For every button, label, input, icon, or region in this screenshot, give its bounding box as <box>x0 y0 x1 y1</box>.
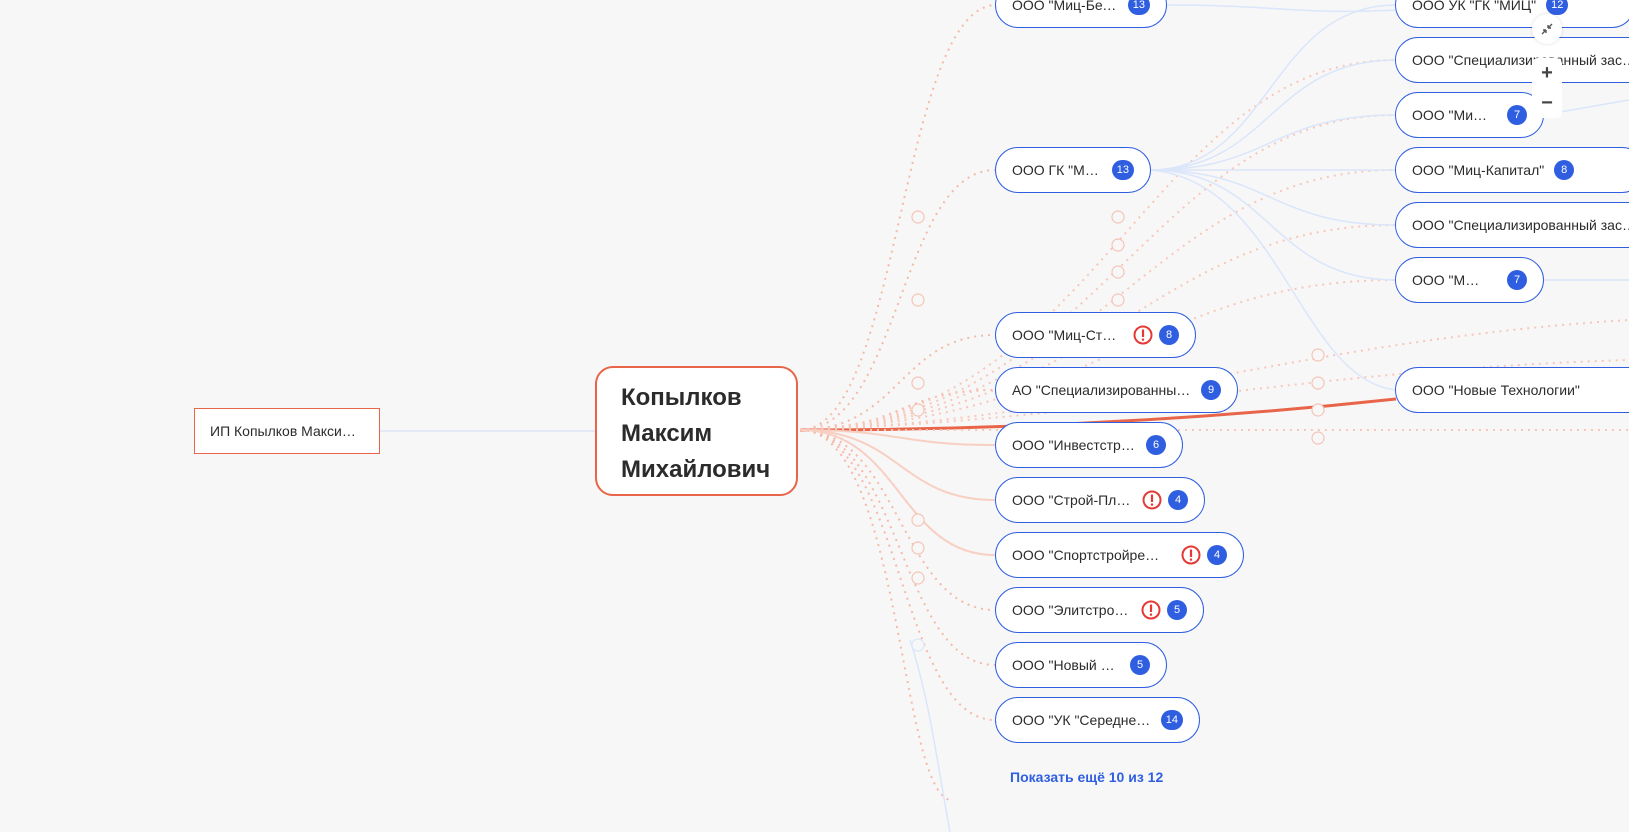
company-node-ao-specialized[interactable]: АО "Специализированный застройщик" 9 <box>995 367 1238 413</box>
zoom-in-button[interactable]: + <box>1532 58 1562 88</box>
company-label: ООО "Миц-Строй" <box>1012 327 1123 343</box>
ip-node-label: ИП Копылков Максим Михайлович <box>210 423 364 439</box>
ip-node[interactable]: ИП Копылков Максим Михайлович <box>194 408 380 454</box>
company-label: ООО "УК "Середнево" <box>1012 712 1151 728</box>
count-badge: 4 <box>1207 545 1227 565</box>
company-node-stroy-plus[interactable]: ООО "Строй-Плюс" 4 <box>995 477 1205 523</box>
person-patronymic: Михайлович <box>621 456 771 483</box>
company-node-mic-capital[interactable]: ООО "Миц-Капитал" 8 <box>1395 147 1629 193</box>
company-node-uk-gk-mic[interactable]: ООО УК "ГК "МИЦ" 12 <box>1395 0 1629 28</box>
company-node-mic-stroy[interactable]: ООО "Миц-Строй" 8 <box>995 312 1196 358</box>
company-node-specialized-1[interactable]: ООО "Специализированный застройщик" <box>1395 37 1629 83</box>
person-name: Максим <box>621 420 713 447</box>
count-badge: 7 <box>1507 270 1527 290</box>
company-label: АО "Специализированный застройщик" <box>1012 382 1191 398</box>
company-label: ООО УК "ГК "МИЦ" <box>1412 0 1537 13</box>
zoom-in-icon: + <box>1541 61 1553 84</box>
count-badge: 7 <box>1507 105 1527 125</box>
company-node-elitstroy-2[interactable]: ООО "Элитстрой 2" 5 <box>995 587 1204 633</box>
company-label: ООО "Новые Технологии" <box>1412 382 1580 398</box>
company-label: ООО "Спортстройресурс" <box>1012 547 1166 563</box>
company-label: ООО "Инвестстрой" <box>1012 437 1136 453</box>
count-badge: 13 <box>1127 0 1150 15</box>
count-badge: 4 <box>1168 490 1188 510</box>
count-badge: 8 <box>1554 160 1575 180</box>
collapse-button[interactable] <box>1532 14 1562 44</box>
count-badge: 9 <box>1201 380 1221 400</box>
warning-icon[interactable] <box>1141 600 1161 620</box>
company-label: ООО "Строй-Плюс" <box>1012 492 1132 508</box>
company-node-uk-serednevo[interactable]: ООО "УК "Середнево" 14 <box>995 697 1200 743</box>
company-label: ООО "Миц-2" <box>1412 272 1487 288</box>
company-label: ООО "Специализированный застройщик" <box>1412 52 1629 68</box>
warning-icon[interactable] <box>1142 490 1162 510</box>
show-more-link[interactable]: Показать ещё 10 из 12 <box>1010 769 1163 785</box>
count-badge: 5 <box>1167 600 1187 620</box>
collapse-icon <box>1541 23 1553 35</box>
company-label: ООО "Миц-7" <box>1412 107 1491 123</box>
company-label: ООО "Миц-Капитал" <box>1412 162 1545 178</box>
person-surname: Копылков <box>621 384 742 411</box>
warning-icon[interactable] <box>1133 325 1153 345</box>
count-badge: 12 <box>1546 0 1569 15</box>
company-node-mic-beta[interactable]: ООО "Миц-Бета" 13 <box>995 0 1167 28</box>
count-badge: 14 <box>1160 710 1183 730</box>
count-badge: 5 <box>1130 655 1150 675</box>
company-label: ООО "Новый Век" <box>1012 657 1120 673</box>
company-node-mic-7[interactable]: ООО "Миц-7" 7 <box>1395 92 1544 138</box>
company-label: ООО "Элитстрой 2" <box>1012 602 1131 618</box>
company-node-novy-vek[interactable]: ООО "Новый Век" 5 <box>995 642 1167 688</box>
count-badge: 13 <box>1111 160 1134 180</box>
company-node-mic-2[interactable]: ООО "Миц-2" 7 <box>1395 257 1544 303</box>
count-badge: 6 <box>1146 435 1166 455</box>
company-node-novye-tekhnologii[interactable]: ООО "Новые Технологии" <box>1395 367 1629 413</box>
zoom-out-icon: − <box>1541 91 1553 114</box>
company-label: ООО "Миц-Бета" <box>1012 0 1118 13</box>
company-node-sportstroyresurs[interactable]: ООО "Спортстройресурс" 4 <box>995 532 1244 578</box>
warning-icon[interactable] <box>1181 545 1201 565</box>
company-node-gk-mic[interactable]: ООО ГК "МИЦ" 13 <box>995 147 1151 193</box>
company-label: ООО ГК "МИЦ" <box>1012 162 1102 178</box>
company-label: ООО "Специализированный застройщик" <box>1412 217 1629 233</box>
zoom-out-button[interactable]: − <box>1532 88 1562 118</box>
company-node-investstroy[interactable]: ООО "Инвестстрой" 6 <box>995 422 1183 468</box>
company-node-specialized-2[interactable]: ООО "Специализированный застройщик" <box>1395 202 1629 248</box>
center-person-node[interactable]: Копылков Максим Михайлович <box>595 366 798 496</box>
count-badge: 8 <box>1159 325 1179 345</box>
